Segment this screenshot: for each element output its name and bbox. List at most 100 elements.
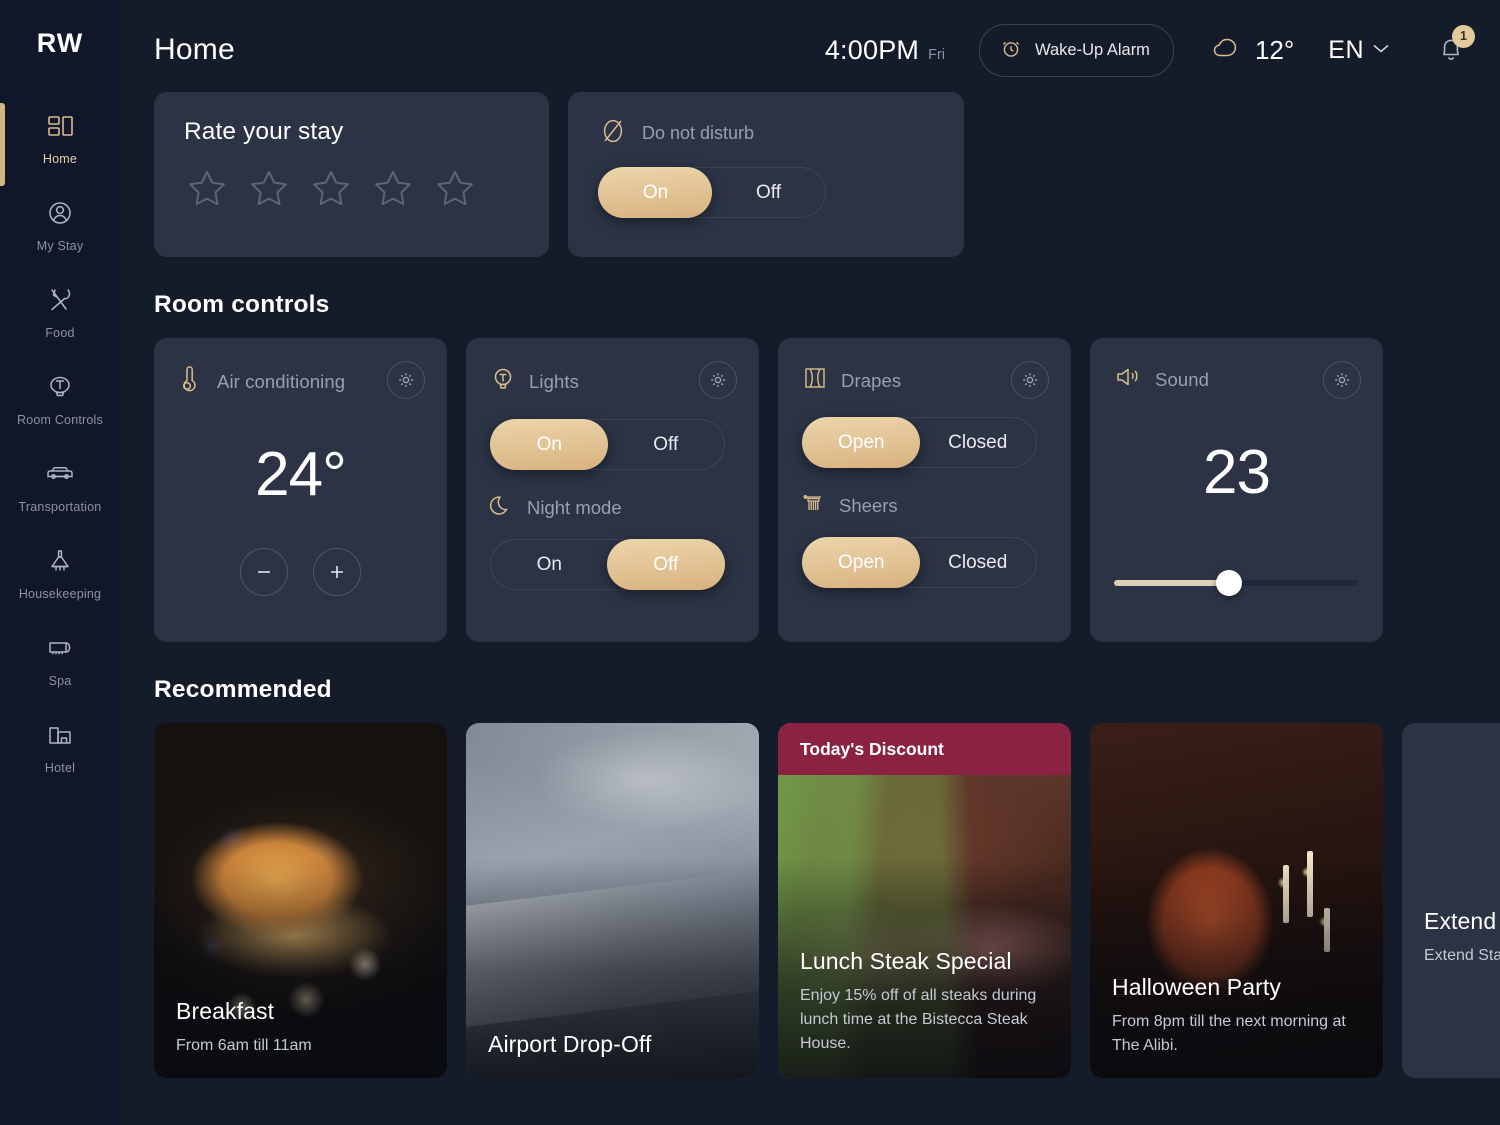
lamp-icon <box>43 370 77 404</box>
toggle-option-off[interactable]: Off <box>608 554 725 576</box>
night-mode-toggle[interactable]: On Off <box>490 539 725 590</box>
clock-day: Fri <box>928 46 946 63</box>
sidebar-item-my-stay[interactable]: My Stay <box>0 180 120 267</box>
card-title: Air conditioning <box>217 370 346 392</box>
gear-icon[interactable] <box>1011 361 1049 399</box>
car-icon <box>43 457 77 491</box>
toggle-option-closed[interactable]: Closed <box>920 552 1037 574</box>
sidebar-item-label: Spa <box>48 674 72 688</box>
toggle-option-on[interactable]: On <box>491 434 608 456</box>
wake-up-alarm-label: Wake-Up Alarm <box>1035 40 1150 59</box>
towel-icon <box>43 631 77 665</box>
do-not-disturb-icon <box>598 114 628 153</box>
decrease-temperature-button[interactable] <box>240 548 288 596</box>
card-title: Halloween Party <box>1112 974 1281 1000</box>
toggle-option-open[interactable]: Open <box>803 552 920 574</box>
toggle-option-on[interactable]: On <box>491 554 608 576</box>
slider-fill <box>1114 580 1230 586</box>
lights-toggle[interactable]: On Off <box>490 419 725 470</box>
language-code: EN <box>1328 35 1364 64</box>
sidebar-item-housekeeping[interactable]: Housekeeping <box>0 528 120 615</box>
home-icon <box>43 109 77 143</box>
sidebar-item-spa[interactable]: Spa <box>0 615 120 702</box>
sheers-toggle[interactable]: Open Closed <box>802 537 1037 588</box>
star-icon[interactable] <box>184 166 230 212</box>
temperature-value: 12° <box>1254 34 1295 65</box>
brand-logo: RW <box>36 28 84 58</box>
sidebar-item-home[interactable]: Home <box>0 93 120 186</box>
night-mode-header: Night mode <box>489 492 735 523</box>
drapes-card: Drapes Open Closed Sheers Open Closed <box>778 338 1071 642</box>
night-mode-label: Night mode <box>527 496 622 518</box>
toggle-option-off[interactable]: Off <box>712 182 825 204</box>
recommended-card-breakfast[interactable]: Breakfast From 6am till 11am <box>154 723 447 1078</box>
notifications-button[interactable]: 1 <box>1436 24 1475 69</box>
toggle-option-closed[interactable]: Closed <box>920 432 1037 454</box>
language-selector[interactable]: EN <box>1328 36 1390 65</box>
card-subtitle: From 8pm till the next morning at The Al… <box>1112 1013 1346 1054</box>
temperature-steppers <box>178 548 423 596</box>
card-title: Airport Drop-Off <box>488 1031 652 1057</box>
wake-up-alarm-button[interactable]: Wake-Up Alarm <box>979 23 1174 77</box>
gear-icon[interactable] <box>387 361 425 399</box>
do-not-disturb-toggle[interactable]: On Off <box>598 167 826 218</box>
card-title: Lights <box>529 370 579 392</box>
star-icon[interactable] <box>432 166 478 212</box>
recommended-card-halloween-party[interactable]: Halloween Party From 8pm till the next m… <box>1090 723 1383 1078</box>
gear-icon[interactable] <box>699 361 737 399</box>
clock: 4:00PM Fri <box>825 35 945 66</box>
sidebar: RW Home My Stay Food Room Controls Trans… <box>0 0 120 1125</box>
star-icon[interactable] <box>370 166 416 212</box>
top-cards-row: Rate your stay Do not disturb On Off <box>154 92 1466 257</box>
speaker-icon <box>1114 364 1142 395</box>
sidebar-item-label: Hotel <box>44 761 76 775</box>
slider-handle[interactable] <box>1216 570 1243 596</box>
building-icon <box>43 718 77 752</box>
moon-icon <box>489 492 514 523</box>
increase-temperature-button[interactable] <box>313 548 361 596</box>
toggle-option-off[interactable]: Off <box>608 434 725 456</box>
recommended-row: Breakfast From 6am till 11am Airport Dro… <box>154 723 1500 1078</box>
user-icon <box>43 196 77 230</box>
recommended-card-airport-drop-off[interactable]: Airport Drop-Off <box>466 723 759 1078</box>
star-rating[interactable] <box>184 166 519 212</box>
toggle-option-open[interactable]: Open <box>803 432 920 454</box>
do-not-disturb-header: Do not disturb <box>598 114 934 153</box>
sidebar-item-food[interactable]: Food <box>0 267 120 354</box>
cloud-icon <box>1210 35 1244 66</box>
gear-icon[interactable] <box>1323 361 1361 399</box>
sidebar-item-transportation[interactable]: Transportation <box>0 441 120 528</box>
star-icon[interactable] <box>308 166 354 212</box>
drapes-toggle[interactable]: Open Closed <box>802 417 1037 468</box>
sound-value: 23 <box>1203 438 1271 507</box>
do-not-disturb-label: Do not disturb <box>642 123 755 143</box>
air-conditioning-card: Air conditioning 24° <box>154 338 447 642</box>
night-mode-toggle-wrap: On Off <box>490 539 735 590</box>
toggle-option-on[interactable]: On <box>599 182 712 204</box>
card-title: Breakfast <box>176 998 275 1024</box>
lights-card: Lights On Off Night mode On Off <box>466 338 759 642</box>
cutlery-icon <box>43 283 77 317</box>
card-title: Sound <box>1155 368 1209 390</box>
sidebar-item-room-controls[interactable]: Room Controls <box>0 354 120 441</box>
top-bar: Home 4:00PM Fri Wake-Up Alarm 12° EN 1 <box>120 0 1500 100</box>
sidebar-item-hotel[interactable]: Hotel <box>0 702 120 789</box>
notification-badge: 1 <box>1452 24 1475 48</box>
drapes-toggle-wrap: Open Closed <box>802 417 1047 468</box>
sheers-toggle-wrap: Open Closed <box>802 537 1047 588</box>
clock-time: 4:00PM <box>824 34 920 65</box>
sheers-icon <box>802 490 826 521</box>
card-title: Drapes <box>841 369 902 391</box>
star-icon[interactable] <box>246 166 292 212</box>
lightbulb-icon <box>490 364 516 399</box>
content: Rate your stay Do not disturb On Off Roo… <box>120 92 1500 1078</box>
recommended-card-extend-stay[interactable]: Extend Extend Sta <box>1402 723 1500 1078</box>
weather-widget[interactable]: 12° <box>1210 35 1294 66</box>
do-not-disturb-card: Do not disturb On Off <box>568 92 964 257</box>
card-title: Lunch Steak Special <box>800 948 1012 974</box>
recommended-card-lunch-steak-special[interactable]: Today's Discount Lunch Steak Special Enj… <box>778 723 1071 1078</box>
recommended-heading: Recommended <box>154 676 332 703</box>
volume-slider[interactable] <box>1114 570 1359 596</box>
rate-your-stay-card: Rate your stay <box>154 92 549 257</box>
card-text: Airport Drop-Off <box>488 1031 741 1058</box>
